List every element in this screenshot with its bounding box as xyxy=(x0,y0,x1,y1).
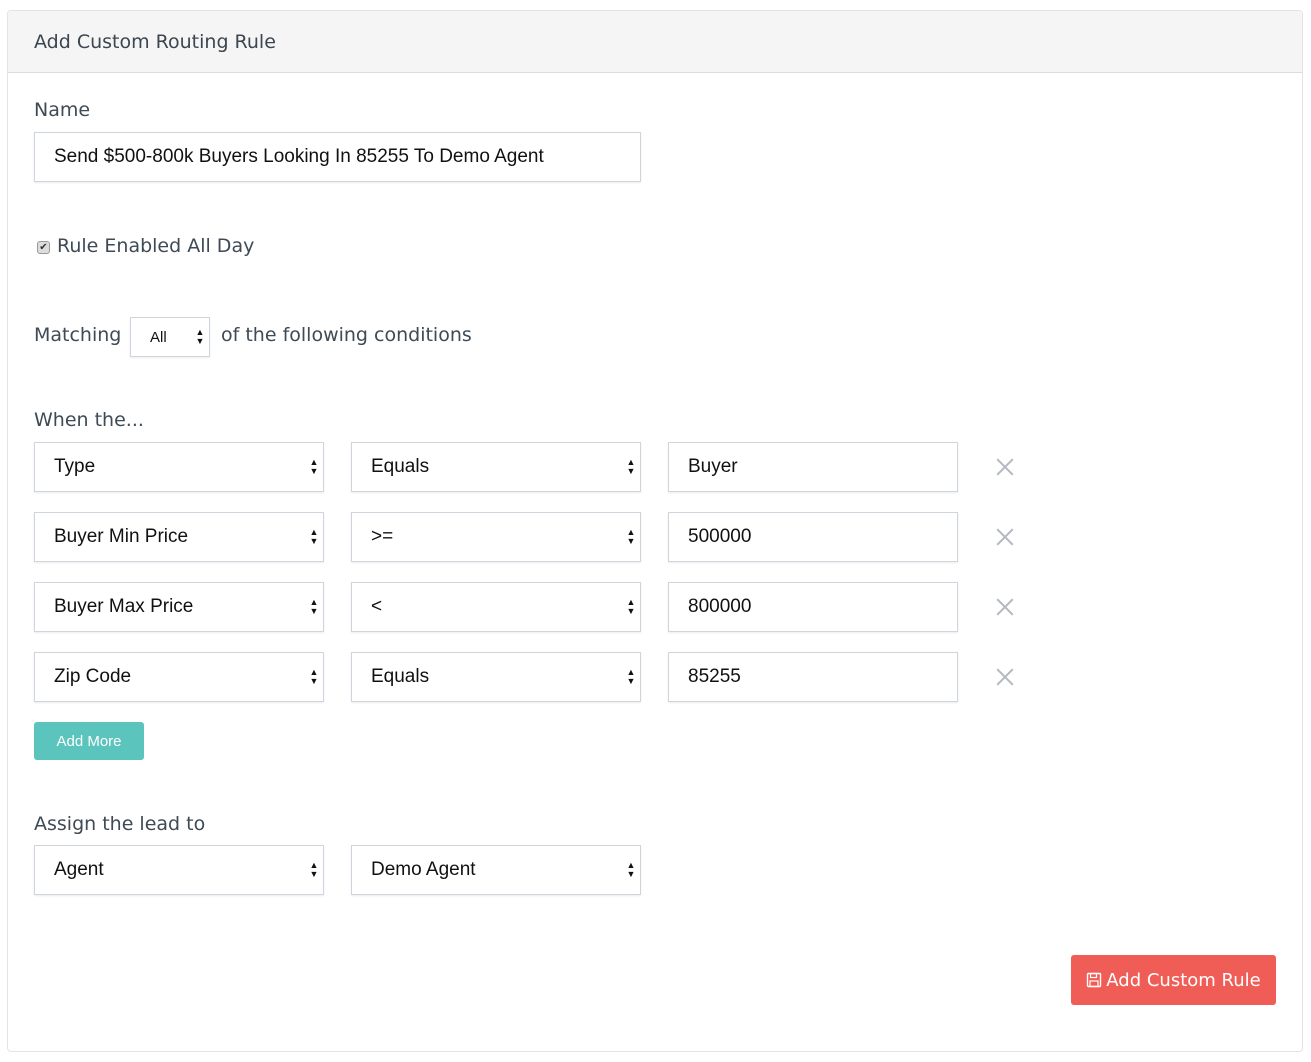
select-arrows-icon: ▲ ▼ xyxy=(309,527,319,546)
condition-value-input[interactable]: 500000 xyxy=(668,512,958,562)
condition-field-select[interactable]: Zip Code ▲ ▼ xyxy=(34,652,324,702)
rule-enabled-label[interactable]: Rule Enabled All Day xyxy=(57,235,254,257)
select-arrows-icon: ▲ ▼ xyxy=(626,667,636,686)
select-arrows-icon: ▲ ▼ xyxy=(626,527,636,546)
condition-field-select[interactable]: Type ▲ ▼ xyxy=(34,442,324,492)
name-input[interactable]: Send $500-800k Buyers Looking In 85255 T… xyxy=(34,132,641,182)
assign-type-select[interactable]: Agent ▲ ▼ xyxy=(34,845,324,895)
select-arrows-icon: ▲ ▼ xyxy=(195,327,205,346)
condition-field-value: Buyer Max Price xyxy=(54,596,194,617)
add-custom-rule-label: Add Custom Rule xyxy=(1106,969,1261,991)
condition-field-select[interactable]: Buyer Max Price ▲ ▼ xyxy=(34,582,324,632)
assign-target-select[interactable]: Demo Agent ▲ ▼ xyxy=(351,845,641,895)
condition-operator-value: >= xyxy=(371,526,394,547)
condition-operator-value: Equals xyxy=(371,456,430,477)
condition-value-text: Buyer xyxy=(688,456,738,477)
add-custom-rule-button[interactable]: Add Custom Rule xyxy=(1071,955,1276,1005)
page-title: Add Custom Routing Rule xyxy=(34,30,276,53)
select-arrows-icon: ▲ ▼ xyxy=(626,597,636,616)
select-arrows-icon: ▲ ▼ xyxy=(626,860,636,879)
condition-value-input[interactable]: 800000 xyxy=(668,582,958,632)
condition-field-select[interactable]: Buyer Min Price ▲ ▼ xyxy=(34,512,324,562)
select-arrows-icon: ▲ ▼ xyxy=(309,457,319,476)
matching-prefix: Matching xyxy=(34,324,122,346)
condition-value-text: 85255 xyxy=(688,666,741,687)
remove-condition-icon[interactable] xyxy=(994,666,1016,688)
assign-type-value: Agent xyxy=(54,859,104,880)
condition-value-input[interactable]: Buyer xyxy=(668,442,958,492)
condition-value-text: 800000 xyxy=(688,596,752,617)
assign-target-value: Demo Agent xyxy=(371,859,476,880)
condition-value-input[interactable]: 85255 xyxy=(668,652,958,702)
name-label: Name xyxy=(34,99,91,121)
remove-condition-icon[interactable] xyxy=(994,456,1016,478)
condition-operator-select[interactable]: Equals ▲ ▼ xyxy=(351,442,641,492)
rule-enabled-checkbox[interactable]: ✔ xyxy=(37,241,50,254)
remove-condition-icon[interactable] xyxy=(994,596,1016,618)
floppy-disk-icon xyxy=(1087,972,1102,988)
conditions-label: When the... xyxy=(34,409,144,431)
condition-field-value: Buyer Min Price xyxy=(54,526,189,547)
select-arrows-icon: ▲ ▼ xyxy=(309,860,319,879)
assign-label: Assign the lead to xyxy=(34,813,206,835)
select-arrows-icon: ▲ ▼ xyxy=(309,597,319,616)
remove-condition-icon[interactable] xyxy=(994,526,1016,548)
matching-select[interactable]: All ▲ ▼ xyxy=(130,317,210,357)
select-arrows-icon: ▲ ▼ xyxy=(309,667,319,686)
condition-operator-value: Equals xyxy=(371,666,430,687)
add-more-button[interactable]: Add More xyxy=(34,722,144,760)
select-arrows-icon: ▲ ▼ xyxy=(626,457,636,476)
checkmark-icon: ✔ xyxy=(39,241,48,253)
matching-select-value: All xyxy=(150,328,167,346)
condition-operator-select[interactable]: Equals ▲ ▼ xyxy=(351,652,641,702)
matching-suffix: of the following conditions xyxy=(221,324,472,346)
card-header: Add Custom Routing Rule xyxy=(8,11,1302,73)
condition-field-value: Zip Code xyxy=(54,666,132,687)
name-input-value: Send $500-800k Buyers Looking In 85255 T… xyxy=(54,146,544,167)
condition-operator-select[interactable]: >= ▲ ▼ xyxy=(351,512,641,562)
condition-operator-select[interactable]: < ▲ ▼ xyxy=(351,582,641,632)
condition-value-text: 500000 xyxy=(688,526,752,547)
condition-operator-value: < xyxy=(371,596,383,617)
condition-field-value: Type xyxy=(54,456,96,477)
